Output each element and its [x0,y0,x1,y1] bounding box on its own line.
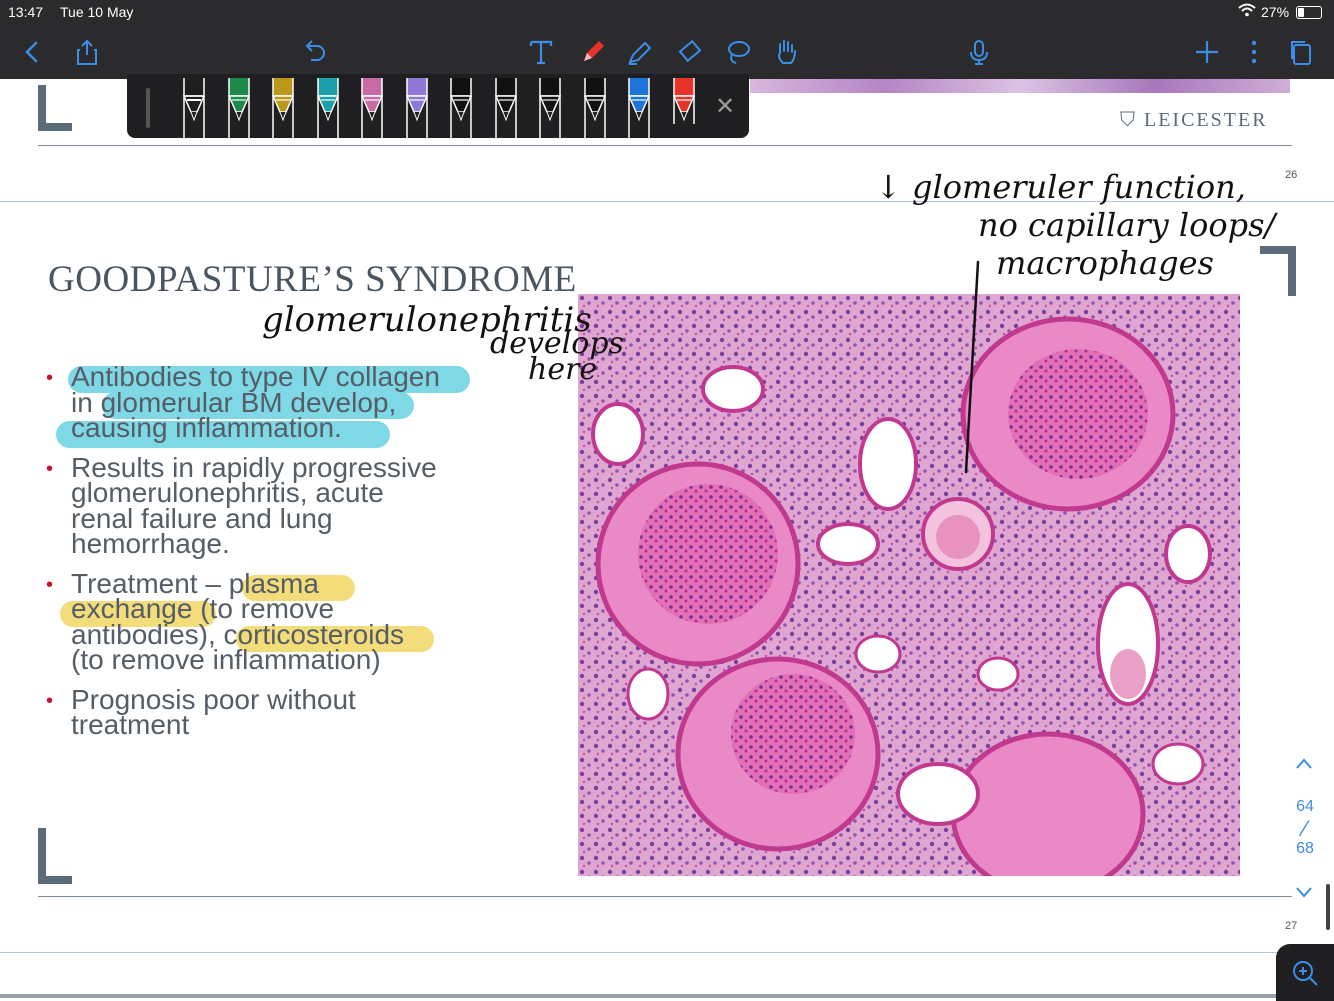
more-icon[interactable] [1236,34,1272,70]
pages-icon[interactable] [1283,34,1319,70]
bullet-item: • Treatment – plasma exchange (to remove… [46,567,405,675]
pen-palette: ✕ [127,74,749,138]
back-icon[interactable] [14,34,50,70]
handwritten-note: no capillary loops/ [978,206,1276,244]
battery-icon [1296,6,1322,19]
pen-swatch[interactable] [491,78,521,143]
close-palette-button[interactable]: ✕ [715,92,735,121]
handwritten-note: here [528,352,598,387]
handwritten-note: macrophages [996,244,1214,282]
zoom-in-icon [1293,961,1318,986]
bullet-list: • Antibodies to type IV collagen in glom… [46,361,516,752]
handwritten-pointer-line [964,260,980,474]
pen-swatch[interactable] [624,78,654,143]
status-time: 13:47 [8,4,44,20]
pen-swatch[interactable] [268,78,298,143]
university-logo: ⛉ LEICESTER [1120,109,1268,131]
share-icon[interactable] [69,34,105,70]
pen-swatch[interactable] [224,78,254,143]
text-tool-icon[interactable] [523,34,559,70]
status-bar: 13:47 Tue 10 May 27% [0,0,1334,26]
battery-percent: 27% [1261,4,1290,20]
microphone-icon[interactable] [961,34,997,70]
pen-swatch[interactable] [402,78,432,143]
bullet-item: • Results in rapidly progressive glomeru… [46,451,437,559]
lasso-tool-icon[interactable] [720,34,756,70]
histology-image [578,294,1240,876]
palette-drag-handle[interactable] [146,88,150,128]
bullet-item: • Prognosis poor without treatment [46,683,356,740]
add-page-icon[interactable] [1189,34,1225,70]
pen-swatch[interactable] [580,78,610,143]
pen-swatch[interactable] [535,78,565,143]
pen-swatch[interactable] [313,78,343,143]
current-page-indicator: 64 [1296,798,1314,815]
page-separator: ⁄ [1303,816,1307,841]
highlighter-tool-icon[interactable] [622,34,658,70]
undo-icon[interactable] [296,34,332,70]
zoom-button[interactable] [1276,944,1334,1001]
scrollbar[interactable] [1326,884,1330,930]
app-toolbar [0,26,1334,79]
page-number: 26 [1285,169,1298,181]
page-number: 27 [1285,920,1298,932]
pen-white[interactable] [179,78,209,143]
pen-tool-icon[interactable] [575,34,611,70]
wifi-icon [1238,3,1256,20]
total-pages-indicator: 68 [1296,840,1314,857]
hand-tool-icon[interactable] [768,34,804,70]
pen-swatch[interactable] [446,78,476,143]
eraser-tool-icon[interactable] [672,34,708,70]
chevron-up-icon[interactable] [1294,756,1314,777]
shield-icon: ⛉ [1120,109,1137,131]
pen-swatch[interactable] [669,78,699,143]
bullet-item: • Antibodies to type IV collagen in glom… [46,361,440,443]
status-date: Tue 10 May [60,4,134,20]
slide-title: GOODPASTURE’S SYNDROME [48,259,577,300]
pen-swatch[interactable] [357,78,387,143]
handwritten-note: ↓ glomeruler function, [875,168,1246,206]
slide-image-strip [750,79,1290,93]
next-page-edge [0,994,1280,998]
chevron-down-icon[interactable] [1294,884,1314,905]
